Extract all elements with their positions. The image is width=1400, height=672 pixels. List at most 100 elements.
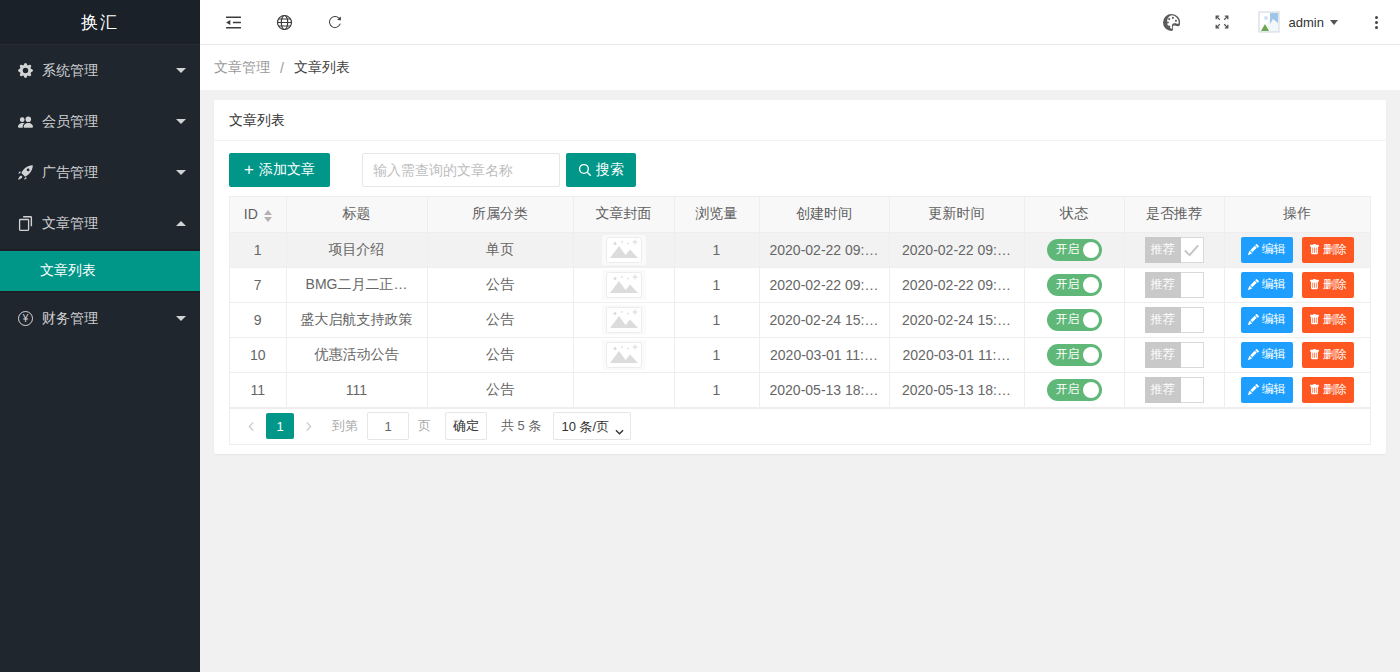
cell-category: 公告: [427, 267, 573, 302]
edit-button[interactable]: 编辑: [1241, 342, 1293, 368]
chevron-down-icon: [176, 170, 186, 175]
chevron-down-icon[interactable]: [1330, 20, 1338, 25]
sidebar-item-system[interactable]: 系统管理: [0, 45, 200, 96]
delete-button[interactable]: 删除: [1302, 237, 1354, 263]
cell-views: 1: [674, 302, 759, 337]
confirm-page-button[interactable]: 确定: [445, 412, 487, 440]
cell-created: 2020-02-22 09:…: [759, 232, 889, 267]
sidebar-item-label: 文章列表: [40, 262, 96, 280]
cell-title: 111: [286, 372, 427, 407]
sidebar-item-label: 财务管理: [42, 310, 98, 328]
cell-updated: 2020-05-13 18:…: [889, 372, 1024, 407]
recommend-checkbox[interactable]: 推荐: [1145, 307, 1204, 333]
status-toggle[interactable]: 开启: [1047, 309, 1102, 331]
cell-recommend: 推荐: [1124, 372, 1224, 407]
col-recommend: 是否推荐: [1124, 197, 1224, 232]
username[interactable]: admin: [1289, 15, 1324, 30]
edit-button[interactable]: 编辑: [1241, 307, 1293, 333]
page-number-input[interactable]: [367, 412, 409, 440]
chevron-up-icon: [176, 221, 186, 226]
table-row: 11111公告12020-05-13 18:…2020-05-13 18:…开启…: [230, 372, 1370, 407]
cell-created: 2020-05-13 18:…: [759, 372, 889, 407]
search-input[interactable]: [362, 153, 560, 187]
cell-title: 优惠活动公告: [286, 337, 427, 372]
col-views: 浏览量: [674, 197, 759, 232]
col-id[interactable]: ID: [230, 197, 286, 232]
delete-button[interactable]: 删除: [1302, 307, 1354, 333]
card-title: 文章列表: [214, 100, 1386, 141]
theme-palette-icon[interactable]: [1155, 0, 1189, 44]
cell-updated: 2020-02-22 09:…: [889, 232, 1024, 267]
trash-icon: [1309, 314, 1320, 325]
cell-title: BMG二月二正…: [286, 267, 427, 302]
fullscreen-icon[interactable]: [1205, 0, 1239, 44]
article-list-card: 文章列表 + 添加文章 搜索: [214, 100, 1386, 454]
cell-id: 10: [230, 337, 286, 372]
yen-icon: ¥: [18, 311, 33, 327]
col-title: 标题: [286, 197, 427, 232]
next-page-icon[interactable]: [303, 421, 314, 432]
gear-icon: [18, 63, 33, 79]
sidebar-item-finance[interactable]: ¥ 财务管理: [0, 293, 200, 344]
delete-button[interactable]: 删除: [1302, 377, 1354, 403]
pencil-icon: [1248, 279, 1259, 290]
pencil-icon: [1248, 384, 1259, 395]
search-icon: [578, 163, 592, 177]
status-toggle[interactable]: 开启: [1047, 239, 1102, 261]
breadcrumb-parent[interactable]: 文章管理: [214, 59, 270, 77]
collapse-menu-icon[interactable]: [216, 0, 250, 44]
rocket-icon: [18, 165, 33, 181]
cell-id: 1: [230, 232, 286, 267]
search-button[interactable]: 搜索: [566, 153, 636, 187]
status-toggle[interactable]: 开启: [1047, 274, 1102, 296]
cell-views: 1: [674, 232, 759, 267]
sidebar-submenu: 文章列表: [0, 249, 200, 293]
sidebar-item-label: 文章管理: [42, 215, 98, 233]
cover-thumbnail[interactable]: [602, 305, 646, 335]
page-size-select[interactable]: 10 条/页: [553, 412, 631, 440]
goto-label: 到第: [332, 417, 358, 435]
recommend-checkbox[interactable]: 推荐: [1145, 237, 1204, 263]
sidebar-item-label: 会员管理: [42, 113, 98, 131]
cell-category: 公告: [427, 372, 573, 407]
cover-thumbnail[interactable]: [602, 340, 646, 370]
sort-icon[interactable]: [264, 210, 272, 222]
cell-status: 开启: [1024, 302, 1124, 337]
chevron-down-icon: [176, 119, 186, 124]
prev-page-icon[interactable]: [246, 421, 257, 432]
status-toggle[interactable]: 开启: [1047, 344, 1102, 366]
avatar[interactable]: [1257, 10, 1281, 34]
delete-button[interactable]: 删除: [1302, 342, 1354, 368]
edit-button[interactable]: 编辑: [1241, 237, 1293, 263]
cell-status: 开启: [1024, 232, 1124, 267]
cover-thumbnail[interactable]: [602, 235, 646, 265]
trash-icon: [1309, 244, 1320, 255]
sidebar-item-ads[interactable]: 广告管理: [0, 147, 200, 198]
recommend-checkbox[interactable]: 推荐: [1145, 377, 1204, 403]
edit-button[interactable]: 编辑: [1241, 377, 1293, 403]
image-placeholder-icon: [606, 272, 642, 298]
more-menu-icon[interactable]: [1366, 16, 1386, 29]
trash-icon: [1309, 279, 1320, 290]
status-toggle[interactable]: 开启: [1047, 379, 1102, 401]
col-created: 创建时间: [759, 197, 889, 232]
sidebar-item-article-list[interactable]: 文章列表: [0, 251, 200, 291]
cover-thumbnail[interactable]: [602, 270, 646, 300]
recommend-checkbox[interactable]: 推荐: [1145, 272, 1204, 298]
recommend-checkbox[interactable]: 推荐: [1145, 342, 1204, 368]
breadcrumb: 文章管理 / 文章列表: [200, 45, 1400, 90]
add-article-button[interactable]: + 添加文章: [229, 153, 330, 187]
users-icon: [18, 114, 33, 130]
breadcrumb-separator: /: [280, 60, 284, 76]
delete-button[interactable]: 删除: [1302, 272, 1354, 298]
app-logo: 换汇: [0, 0, 200, 45]
cell-created: 2020-03-01 11:…: [759, 337, 889, 372]
sidebar-item-label: 系统管理: [42, 62, 98, 80]
refresh-icon[interactable]: [318, 0, 352, 44]
edit-button[interactable]: 编辑: [1241, 272, 1293, 298]
pencil-icon: [1248, 349, 1259, 360]
globe-icon[interactable]: [267, 0, 301, 44]
current-page[interactable]: 1: [266, 413, 294, 439]
sidebar-item-articles[interactable]: 文章管理: [0, 198, 200, 249]
sidebar-item-members[interactable]: 会员管理: [0, 96, 200, 147]
